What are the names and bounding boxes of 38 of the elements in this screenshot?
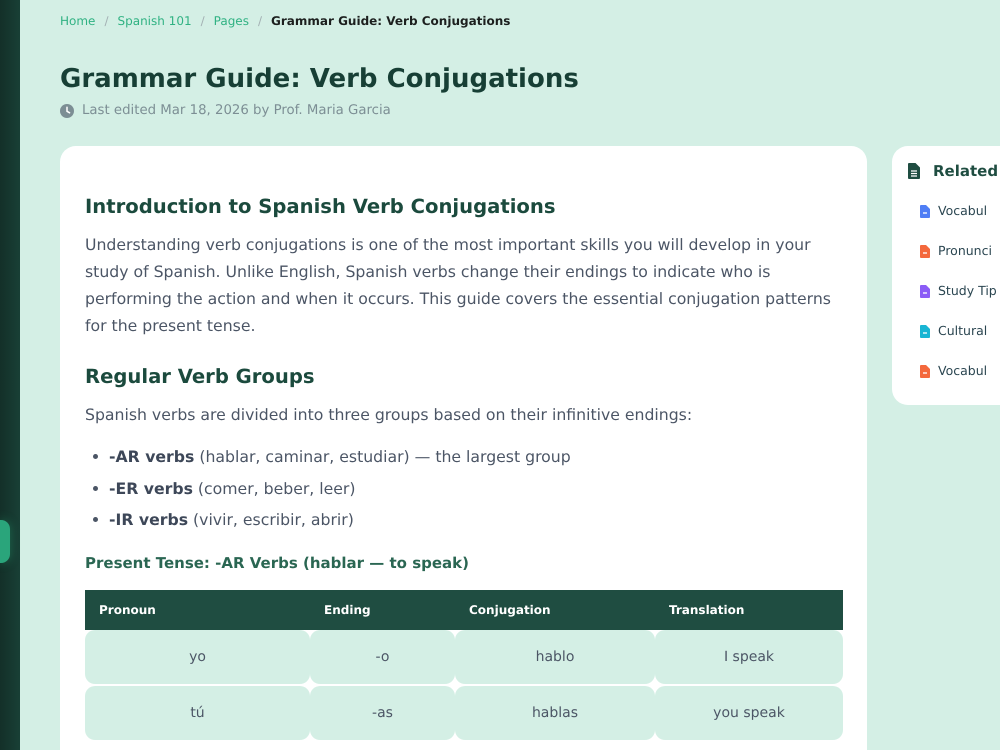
paragraph: Understanding verb conjugations is one of the most important skills you will develop in your study of Spanish. Unlike English, Spanish verbs change their endings to indicate who is performing the action and when it occurs. This guide covers the essential conjugation patterns for the present tense. <box>85 234 832 337</box>
list-item-text: -AR verbs (hablar, caminar, estudiar) — the largest group <box>109 446 571 468</box>
clock-icon <box>60 104 74 118</box>
list-item-text: -ER verbs (comer, beber, leer) <box>109 478 356 500</box>
related-page-link[interactable]: Cultural <box>938 321 988 341</box>
breadcrumb-separator: / <box>200 13 205 30</box>
table-cell: I speak <box>655 630 843 684</box>
breadcrumb-current: Grammar Guide: Verb Conjugations <box>271 13 510 30</box>
page-title: Grammar Guide: Verb Conjugations <box>60 63 580 96</box>
column-header: Translation <box>668 602 746 616</box>
sidebar-tab[interactable] <box>0 520 10 563</box>
breadcrumb-separator: / <box>104 13 108 30</box>
related-page-link[interactable]: Vocabul <box>938 361 988 381</box>
table-cell: you speak <box>655 686 843 740</box>
bullet-icon <box>93 517 98 522</box>
last-edited-text: Last edited Mar 18, 2026 by Prof. Maria Garcia <box>82 102 391 120</box>
section-subheading: Present Tense: -AR Verbs (hablar — to speak) <box>85 552 470 574</box>
related-page-link[interactable]: Study Tip <box>938 281 997 301</box>
bullet-icon <box>93 486 98 490</box>
bullet-icon <box>93 454 98 459</box>
table-cell: -as <box>310 686 455 740</box>
table-cell: hablo <box>455 630 655 684</box>
table-cell: yo <box>85 630 310 684</box>
table-cell: -o <box>310 630 455 684</box>
column-header: Conjugation <box>468 602 552 616</box>
list-item-text: -IR verbs (vivir, escribir, abrir) <box>109 509 354 531</box>
paragraph: Spanish verbs are divided into three groups based on their infinitive endings: <box>85 404 694 426</box>
related-page-link[interactable]: Pronunci <box>938 241 992 261</box>
table-cell: hablas <box>455 686 655 740</box>
related-title: Related <box>933 161 998 182</box>
document-icon <box>908 163 920 179</box>
section-heading: Regular Verb Groups <box>85 364 316 390</box>
table-cell: tú <box>85 686 310 740</box>
breadcrumb-separator: / <box>258 13 262 30</box>
column-header: Pronoun <box>98 602 157 616</box>
section-heading: Introduction to Spanish Verb Conjugations <box>85 194 556 220</box>
related-page-link[interactable]: Vocabul <box>938 201 988 221</box>
column-header: Ending <box>323 602 372 616</box>
